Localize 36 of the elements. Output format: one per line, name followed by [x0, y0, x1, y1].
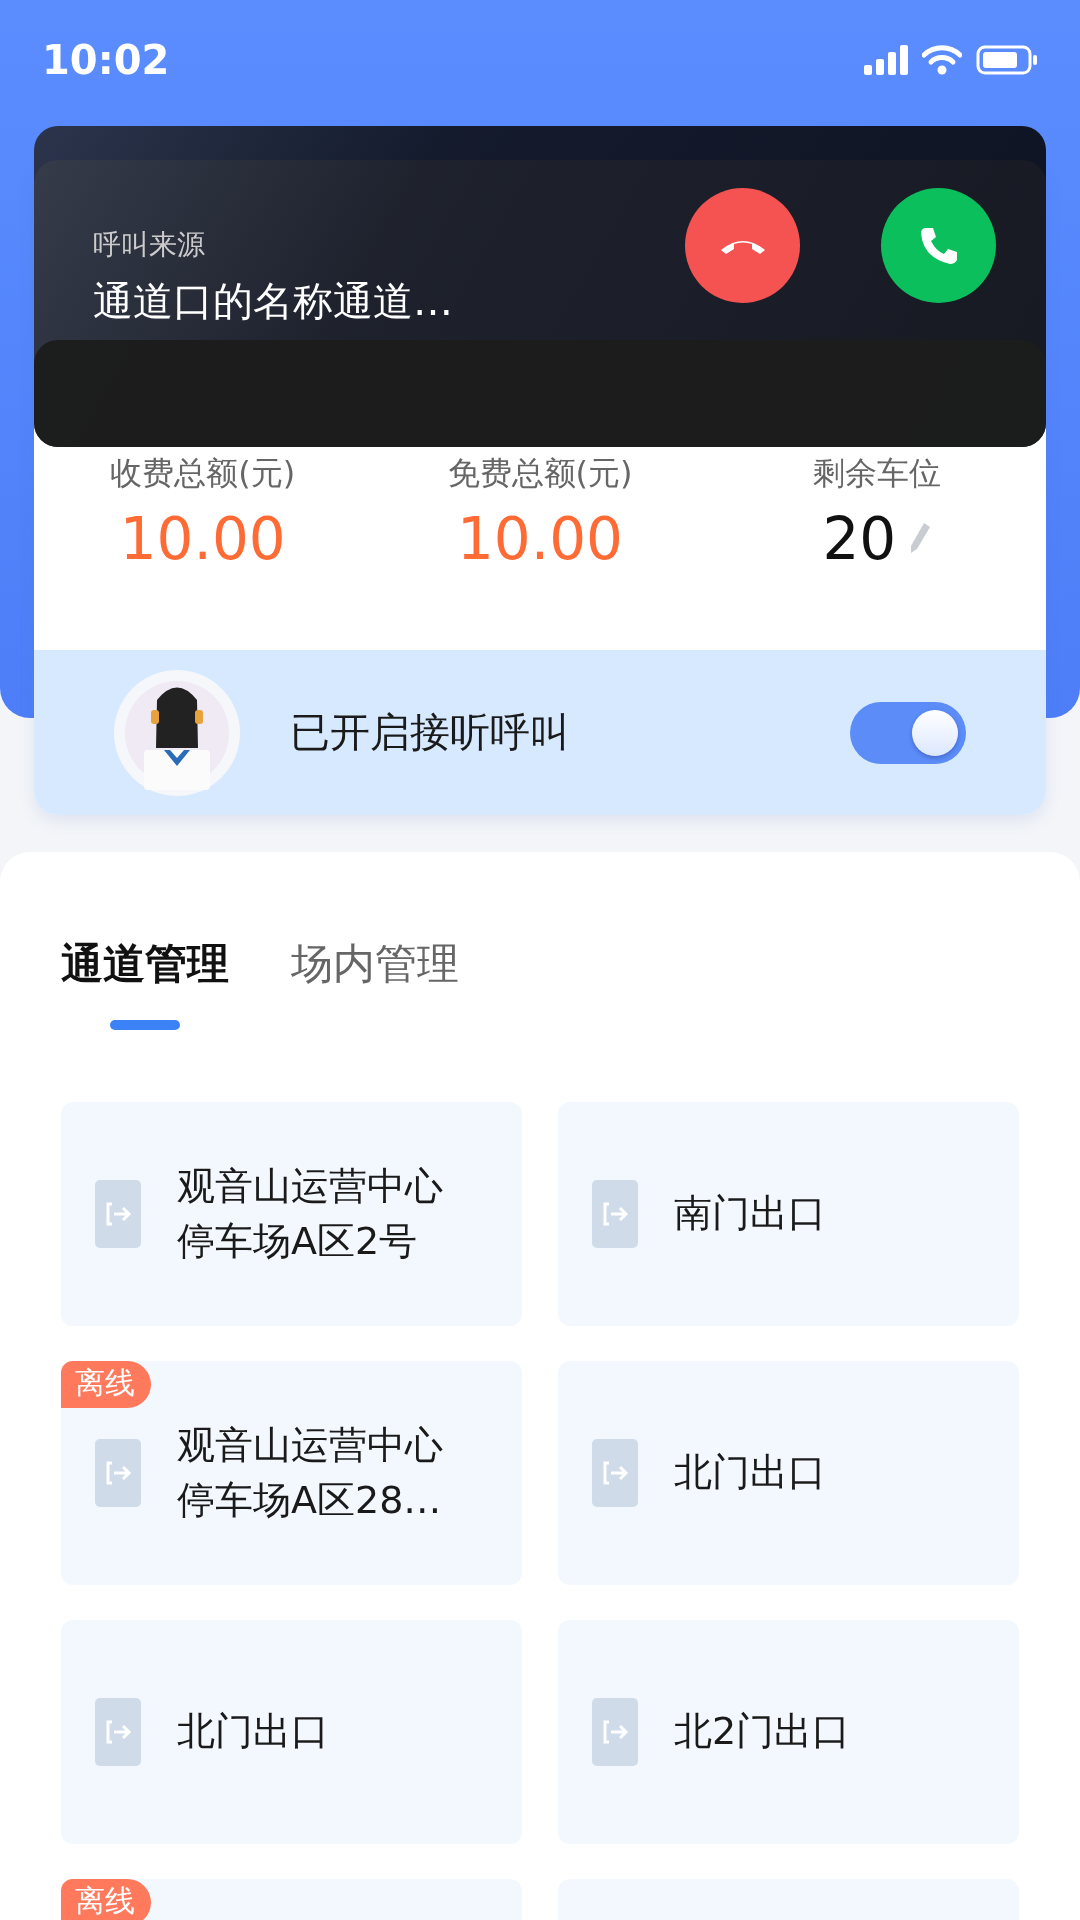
- channel-name: 北2门出口: [674, 1708, 851, 1756]
- stat-value: 20: [822, 505, 897, 573]
- agent-avatar-icon: [114, 669, 240, 796]
- offline-badge: 离线: [61, 1879, 151, 1920]
- channel-card[interactable]: 离线 观音山运营中心停车场A区28…: [61, 1361, 522, 1585]
- wifi-icon: [922, 45, 962, 75]
- stat-value: 10.00: [456, 505, 623, 573]
- stat-label: 剩余车位: [813, 454, 942, 492]
- channel-card[interactable]: 北门出口: [558, 1361, 1019, 1585]
- tab[interactable]: 场内管理: [291, 936, 459, 1030]
- call-listening-label: 已开启接听呼叫: [290, 708, 570, 757]
- call-source-caption: 呼叫来源: [93, 227, 206, 263]
- status-time: 10:02: [42, 37, 170, 83]
- channel-name: 北门出口: [177, 1708, 329, 1756]
- channel-name: 观音山运营中心停车场A区2号: [177, 1162, 444, 1265]
- exit-icon: [95, 1180, 141, 1248]
- channel-card[interactable]: 北门出口: [61, 1620, 522, 1844]
- channel-name: 观音山运营中心停车场A区28…: [177, 1421, 444, 1524]
- tab[interactable]: 通道管理: [61, 936, 229, 1030]
- channel-name: 南门出口: [674, 1190, 826, 1238]
- channel-name: 北门出口: [674, 1449, 826, 1497]
- exit-icon: [592, 1180, 638, 1248]
- exit-icon: [592, 1698, 638, 1766]
- channel-card[interactable]: 南门出口: [558, 1102, 1019, 1326]
- exit-icon: [592, 1439, 638, 1507]
- stat-label: 收费总额(元): [110, 454, 296, 492]
- offline-badge: 离线: [61, 1361, 151, 1408]
- stat-value: 10.00: [119, 505, 286, 573]
- channel-card[interactable]: 观音山运营中心停车场A区2号: [61, 1102, 522, 1326]
- battery-icon: [976, 45, 1038, 75]
- channel-card[interactable]: 北2门出口: [558, 1620, 1019, 1844]
- signal-icon: [864, 45, 908, 75]
- exit-icon: [95, 1698, 141, 1766]
- stat-label: 免费总额(元): [447, 454, 633, 492]
- exit-icon: [95, 1439, 141, 1507]
- call-source-name: 通道口的名称通道…: [93, 277, 454, 326]
